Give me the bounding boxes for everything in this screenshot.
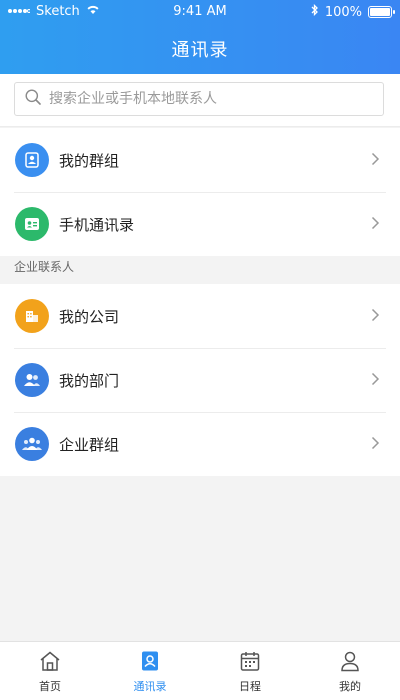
bluetooth-icon	[311, 3, 319, 20]
my-groups-row[interactable]: 我的群组	[0, 128, 400, 192]
home-icon	[38, 650, 62, 678]
department-icon	[15, 363, 49, 397]
group-icon	[15, 143, 49, 177]
enterprise-groups-row[interactable]: 企业群组	[0, 412, 400, 476]
search-input[interactable]	[41, 90, 361, 108]
my-company-label: 我的公司	[59, 307, 120, 326]
page-title: 通讯录	[171, 40, 229, 61]
tab-home[interactable]: 首页	[0, 642, 100, 700]
search-bar	[0, 74, 400, 127]
my-department-row[interactable]: 我的部门	[0, 348, 400, 412]
tab-contacts[interactable]: 通讯录	[100, 642, 200, 700]
search-icon	[25, 89, 41, 109]
contacts-icon	[139, 650, 161, 678]
tab-label: 首页	[39, 680, 61, 693]
status-right: 100%	[311, 3, 395, 20]
header: Sketch 9:41 AM 100% 通讯录	[0, 0, 400, 74]
status-bar: Sketch 9:41 AM 100%	[0, 0, 400, 24]
profile-icon	[339, 650, 361, 678]
tab-schedule[interactable]: 日程	[200, 642, 300, 700]
tab-label: 日程	[239, 680, 261, 693]
my-department-label: 我的部门	[59, 371, 120, 390]
enterprise-groups-label: 企业群组	[59, 435, 120, 454]
tab-me[interactable]: 我的	[300, 642, 400, 700]
enterprise-list: 我的公司 我的部门 企业群组	[0, 284, 400, 476]
phone-contacts-label: 手机通讯录	[59, 215, 135, 234]
company-icon	[15, 299, 49, 333]
chevron-right-icon	[371, 151, 380, 170]
top-list: 我的群组 手机通讯录	[0, 128, 400, 256]
battery-icon	[368, 6, 395, 18]
my-company-row[interactable]: 我的公司	[0, 284, 400, 348]
my-groups-label: 我的群组	[59, 151, 120, 170]
tab-label: 我的	[339, 680, 361, 693]
chevron-right-icon	[371, 215, 380, 234]
tab-label: 通讯录	[133, 680, 167, 693]
phone-contacts-row[interactable]: 手机通讯录	[0, 192, 400, 256]
battery-percent: 100%	[324, 4, 362, 20]
section-label-enterprise: 企业联系人	[14, 260, 75, 274]
contact-card-icon	[15, 207, 49, 241]
contacts-screen: Sketch 9:41 AM 100% 通讯录 搜索企业或手机本地联系人 我的群…	[0, 0, 400, 700]
tab-bar: 首页 通讯录 日程 我的	[0, 641, 400, 700]
chevron-right-icon	[371, 307, 380, 326]
enterprise-group-icon	[15, 427, 49, 461]
search-box[interactable]	[14, 82, 384, 116]
calendar-icon	[239, 650, 261, 678]
chevron-right-icon	[371, 371, 380, 390]
chevron-right-icon	[371, 435, 380, 454]
